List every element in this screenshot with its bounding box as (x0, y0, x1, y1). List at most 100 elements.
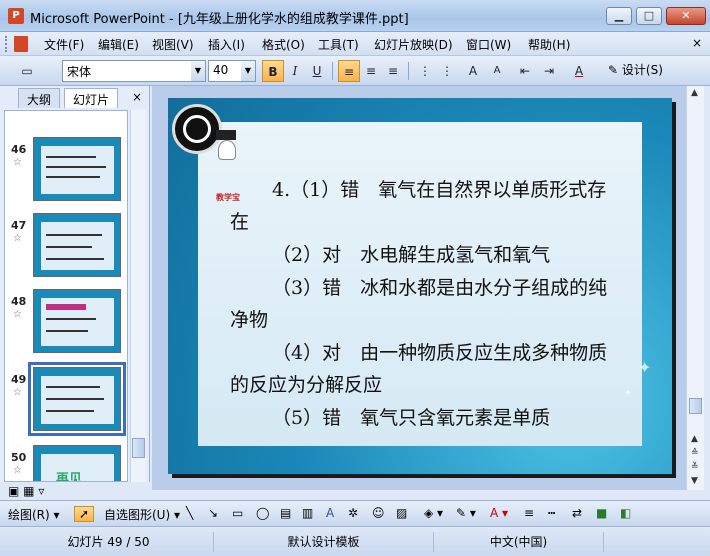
pane-tabs: 大纲 幻灯片 × (4, 88, 150, 108)
scroll-up-icon[interactable]: ▲ (691, 434, 698, 444)
vertical-textbox-icon[interactable]: ▥ (302, 506, 313, 520)
dash-style-icon[interactable]: ┅ (548, 506, 555, 520)
line-icon[interactable]: ╲ (186, 506, 193, 520)
thumbnail-title-bar (46, 304, 86, 310)
thumbnail-text-line (46, 330, 88, 332)
thumbnail-scrollbar[interactable] (130, 110, 146, 482)
slide-thumbnail[interactable]: 再见 (33, 445, 121, 481)
slide-thumbnail-list: 46 ☆ 47 ☆ 48 ☆ 49 ☆ 50 ☆ 再见 (4, 110, 128, 482)
slide-thumbnail-selected[interactable] (28, 362, 126, 436)
thumbnail-text-line (46, 386, 100, 388)
slide-thumbnail[interactable] (33, 213, 121, 277)
star-icon: ☆ (13, 157, 22, 168)
diagram-icon[interactable]: ✲ (348, 506, 358, 520)
scroll-down-icon[interactable]: ▼ (691, 476, 698, 486)
answer-line-2: （2）对 水电解生成氢气和氧气 (272, 244, 551, 266)
italic-button[interactable]: I (284, 60, 306, 82)
arrow-style-icon[interactable]: ⇄ (572, 506, 582, 520)
thumbnail-text-line (46, 166, 106, 168)
pane-close-button[interactable]: × (132, 90, 142, 104)
document-close-button[interactable]: × (692, 36, 702, 50)
menu-slideshow[interactable]: 幻灯片放映(D) (374, 36, 453, 53)
thumbnail-text-line (46, 246, 92, 248)
normal-view-icon[interactable]: ▣ (8, 484, 19, 498)
line-color-icon[interactable]: ✎ ▾ (456, 506, 476, 520)
menu-grip-icon[interactable] (5, 36, 8, 52)
window-title: Microsoft PowerPoint - [九年级上册化学水的组成教学课件.… (30, 12, 409, 27)
powerpoint-app-icon[interactable]: P (8, 8, 24, 24)
picture-icon[interactable]: ▨ (396, 506, 407, 520)
design-button[interactable]: ✎ 设计(S) (608, 61, 663, 78)
next-slide-icon[interactable]: ≚ (691, 462, 699, 472)
menu-view[interactable]: 视图(V) (152, 36, 194, 53)
slide-scrollbar[interactable]: ▲ ▲ ≙ ≚ ▼ (686, 86, 704, 490)
font-name-select[interactable]: 宋体 ▼ (62, 60, 206, 82)
menu-file[interactable]: 文件(F) (44, 36, 84, 53)
select-pointer-icon[interactable]: ➚ (74, 506, 95, 522)
menu-help[interactable]: 帮助(H) (528, 36, 570, 53)
slide-canvas[interactable]: 教学宝 4.（1）错 氧气在自然界以单质形式存在 （2）对 水电解生成氢气和氧气… (168, 98, 672, 474)
line-style-icon[interactable]: ≡ (524, 506, 534, 520)
draw-menu-button[interactable]: 绘图(R) ▾ (8, 506, 60, 523)
design-template: 默认设计模板 (214, 532, 434, 552)
slide-thumbnail[interactable] (33, 289, 121, 353)
arrow-icon[interactable]: ↘ (208, 506, 218, 520)
align-center-icon[interactable]: ≡ (360, 60, 382, 82)
star-icon: ☆ (13, 309, 22, 320)
menu-tools[interactable]: 工具(T) (318, 36, 359, 53)
shadow-icon[interactable]: ■ (596, 506, 607, 520)
align-right-icon[interactable]: ≡ (382, 60, 404, 82)
font-color-icon[interactable]: A (568, 60, 590, 82)
numbering-icon[interactable]: ⋮ (414, 60, 436, 82)
menu-format[interactable]: 格式(O) (262, 36, 305, 53)
increase-indent-icon[interactable]: ⇥ (538, 60, 560, 82)
scrollbar-thumb[interactable] (132, 438, 145, 458)
tab-slides[interactable]: 幻灯片 (64, 88, 119, 108)
menu-insert[interactable]: 插入(I) (208, 36, 245, 53)
slideshow-icon[interactable]: ▿ (38, 484, 44, 498)
slide-body-text[interactable]: 4.（1）错 氧气在自然界以单质形式存在 （2）对 水电解生成氢气和氧气 （3）… (230, 174, 620, 435)
new-document-icon[interactable]: ▭ (16, 60, 38, 82)
decrease-font-icon[interactable]: A (486, 60, 508, 82)
bold-button[interactable]: B (262, 60, 284, 82)
font-size-select[interactable]: 40 ▼ (208, 60, 256, 82)
minimize-button[interactable]: ▁ (606, 7, 632, 25)
slide-number: 50 (11, 451, 27, 464)
scroll-up-icon[interactable]: ▲ (691, 88, 698, 98)
clipart-icon[interactable]: ☺ (372, 506, 385, 520)
underline-button[interactable]: U (306, 60, 328, 82)
oval-icon[interactable]: ◯ (256, 506, 269, 520)
bullets-icon[interactable]: ⋮ (436, 60, 458, 82)
font-size-value: 40 (213, 63, 229, 77)
slide-sorter-icon[interactable]: ▦ (23, 484, 34, 498)
fill-color-icon[interactable]: ◈ ▾ (424, 506, 443, 520)
rectangle-icon[interactable]: ▭ (232, 506, 243, 520)
previous-slide-icon[interactable]: ≙ (691, 448, 699, 458)
menu-window[interactable]: 窗口(W) (466, 36, 511, 53)
slide-thumbnail[interactable] (33, 137, 121, 201)
close-button[interactable]: ✕ (666, 7, 706, 25)
answer-line-5: （5）错 氧气只含氧元素是单质 (272, 407, 551, 429)
thumbnail-text-line (46, 410, 94, 412)
language-indicator: 中文(中国) (434, 532, 604, 552)
document-icon[interactable] (14, 36, 28, 52)
toolbar-separator (332, 62, 333, 80)
menu-edit[interactable]: 编辑(E) (98, 36, 139, 53)
textbox-icon[interactable]: ▤ (280, 506, 291, 520)
slide-number: 46 (11, 143, 27, 156)
chevron-down-icon[interactable]: ▼ (241, 61, 255, 81)
autoshapes-button[interactable]: 自选图形(U) ▾ (104, 506, 180, 523)
decrease-indent-icon[interactable]: ⇤ (514, 60, 536, 82)
scrollbar-thumb[interactable] (689, 398, 702, 414)
sparkle-icon: ✦ (638, 358, 652, 377)
maximize-button[interactable]: □ (636, 7, 662, 25)
answer-line-3: （3）错 冰和水都是由水分子组成的纯净物 (230, 277, 608, 331)
thumbnail-text-line (46, 234, 102, 236)
increase-font-icon[interactable]: A (462, 60, 484, 82)
chevron-down-icon[interactable]: ▼ (191, 61, 205, 81)
align-left-icon[interactable]: ≡ (338, 60, 360, 82)
wordart-icon[interactable]: A (326, 506, 334, 520)
3d-style-icon[interactable]: ◧ (620, 506, 631, 520)
tab-outline[interactable]: 大纲 (18, 88, 61, 108)
font-color-icon[interactable]: A ▾ (490, 506, 508, 520)
